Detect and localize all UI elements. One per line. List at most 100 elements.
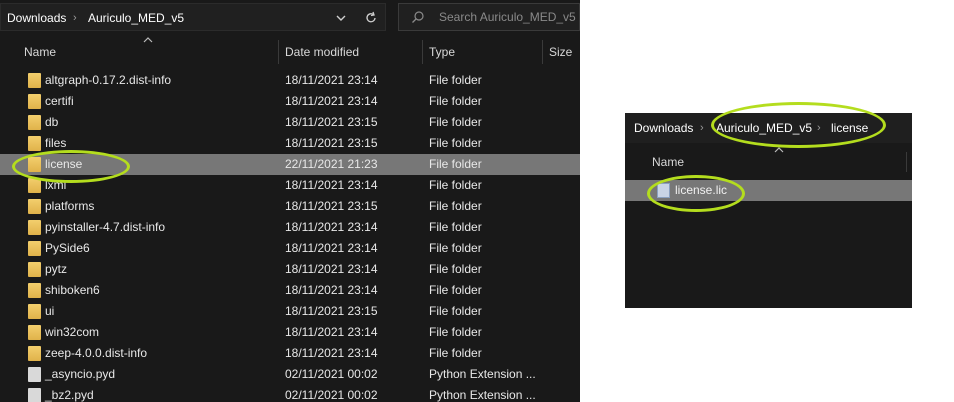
file-name: shiboken6 bbox=[45, 283, 100, 297]
file-type: File folder bbox=[429, 325, 482, 339]
highlight-ellipse-license bbox=[12, 150, 130, 183]
date-modified: 18/11/2021 23:14 bbox=[285, 346, 378, 360]
date-modified: 18/11/2021 23:14 bbox=[285, 178, 378, 192]
list-item[interactable]: pytz 18/11/2021 23:14 File folder bbox=[0, 259, 580, 280]
date-modified: 18/11/2021 23:15 bbox=[285, 136, 378, 150]
highlight-ellipse-license-lic bbox=[647, 175, 745, 212]
breadcrumb-auriculo[interactable]: Auriculo_MED_v5 bbox=[88, 4, 184, 32]
file-type: File folder bbox=[429, 241, 482, 255]
file-name: certifi bbox=[45, 94, 74, 108]
search-placeholder: Search Auriculo_MED_v5 bbox=[439, 10, 576, 24]
date-modified: 18/11/2021 23:14 bbox=[285, 220, 378, 234]
folder-icon bbox=[28, 115, 41, 130]
list-item[interactable]: shiboken6 18/11/2021 23:14 File folder bbox=[0, 280, 580, 301]
column-size[interactable]: Size bbox=[549, 38, 572, 66]
search-icon bbox=[412, 11, 424, 23]
file-type: File folder bbox=[429, 115, 482, 129]
folder-icon bbox=[28, 136, 41, 151]
file-name: pyinstaller-4.7.dist-info bbox=[45, 220, 166, 234]
address-bar-area: Downloads › Auriculo_MED_v5 Search Auric… bbox=[0, 0, 580, 34]
date-modified: 02/11/2021 00:02 bbox=[285, 367, 378, 381]
file-name: PySide6 bbox=[45, 241, 90, 255]
list-item[interactable]: platforms 18/11/2021 23:15 File folder bbox=[0, 196, 580, 217]
date-modified: 18/11/2021 23:14 bbox=[285, 262, 378, 276]
folder-icon bbox=[28, 220, 41, 235]
file-name: _asyncio.pyd bbox=[45, 367, 116, 381]
list-item[interactable]: _asyncio.pyd 02/11/2021 00:02 Python Exten… bbox=[0, 364, 580, 385]
file-type: File folder bbox=[429, 220, 482, 234]
column-divider[interactable] bbox=[422, 40, 423, 64]
file-type: File folder bbox=[429, 346, 482, 360]
chevron-down-icon[interactable] bbox=[336, 13, 346, 23]
file-type: File folder bbox=[429, 136, 482, 150]
file-type: File folder bbox=[429, 178, 482, 192]
file-name: pytz bbox=[45, 262, 68, 276]
file-type: File folder bbox=[429, 199, 482, 213]
date-modified: 18/11/2021 23:14 bbox=[285, 241, 378, 255]
list-item[interactable]: certifi 18/11/2021 23:14 File folder bbox=[0, 91, 580, 112]
file-type: Python Extension ... bbox=[429, 388, 536, 402]
date-modified: 18/11/2021 23:14 bbox=[285, 73, 378, 87]
file-name: ui bbox=[45, 304, 55, 318]
folder-icon bbox=[28, 199, 41, 214]
breadcrumb-separator-icon: › bbox=[73, 12, 77, 24]
date-modified: 18/11/2021 23:15 bbox=[285, 304, 378, 318]
folder-icon bbox=[28, 346, 41, 361]
highlight-ellipse-breadcrumb bbox=[711, 102, 886, 148]
column-name[interactable]: Name bbox=[24, 38, 56, 66]
date-modified: 02/11/2021 00:02 bbox=[285, 388, 378, 402]
search-box[interactable]: Search Auriculo_MED_v5 bbox=[398, 3, 580, 31]
file-name: db bbox=[45, 115, 59, 129]
list-item[interactable]: ui 18/11/2021 23:15 File folder bbox=[0, 301, 580, 322]
breadcrumb-separator-icon: › bbox=[700, 122, 704, 134]
date-modified: 22/11/2021 21:23 bbox=[285, 157, 378, 171]
folder-icon bbox=[28, 304, 41, 319]
column-name[interactable]: Name bbox=[652, 150, 684, 174]
folder-icon bbox=[28, 262, 41, 277]
date-modified: 18/11/2021 23:14 bbox=[285, 94, 378, 108]
list-item[interactable]: win32com 18/11/2021 23:14 File folder bbox=[0, 322, 580, 343]
file-name: _bz2.pyd bbox=[45, 388, 94, 402]
date-modified: 18/11/2021 23:14 bbox=[285, 283, 378, 297]
breadcrumb-downloads[interactable]: Downloads bbox=[634, 113, 693, 143]
folder-icon bbox=[28, 94, 41, 109]
list-item[interactable]: PySide6 18/11/2021 23:14 File folder bbox=[0, 238, 580, 259]
breadcrumb-downloads[interactable]: Downloads bbox=[7, 4, 66, 32]
column-divider[interactable] bbox=[542, 40, 543, 64]
python-file-icon bbox=[28, 367, 41, 382]
file-type: File folder bbox=[429, 262, 482, 276]
file-name: platforms bbox=[45, 199, 95, 213]
folder-icon bbox=[28, 283, 41, 298]
column-header: Name Date modified Type Size bbox=[0, 37, 580, 66]
file-type: File folder bbox=[429, 94, 482, 108]
list-item[interactable]: altgraph-0.17.2.dist-info 18/11/2021 23:1… bbox=[0, 70, 580, 91]
list-item[interactable]: db 18/11/2021 23:15 File folder bbox=[0, 112, 580, 133]
file-type: File folder bbox=[429, 283, 482, 297]
file-name: win32com bbox=[45, 325, 100, 339]
explorer-window-left: Downloads › Auriculo_MED_v5 Search Auric… bbox=[0, 0, 580, 402]
python-file-icon bbox=[28, 388, 41, 402]
column-type[interactable]: Type bbox=[429, 38, 455, 66]
folder-icon bbox=[28, 241, 41, 256]
column-divider[interactable] bbox=[278, 40, 279, 64]
date-modified: 18/11/2021 23:15 bbox=[285, 115, 378, 129]
list-item[interactable]: _bz2.pyd 02/11/2021 00:02 Python Extension… bbox=[0, 385, 580, 402]
date-modified: 18/11/2021 23:14 bbox=[285, 325, 378, 339]
file-name: altgraph-0.17.2.dist-info bbox=[45, 73, 172, 87]
file-type: File folder bbox=[429, 157, 482, 171]
column-date-modified[interactable]: Date modified bbox=[285, 38, 359, 66]
list-item[interactable]: zeep-4.0.0.dist-info 18/11/2021 23:14 File… bbox=[0, 343, 580, 364]
date-modified: 18/11/2021 23:15 bbox=[285, 199, 378, 213]
list-item[interactable]: pyinstaller-4.7.dist-info 18/11/2021 23:1… bbox=[0, 217, 580, 238]
column-header: Name bbox=[625, 147, 912, 174]
refresh-icon[interactable] bbox=[364, 11, 378, 25]
column-divider[interactable] bbox=[906, 152, 907, 172]
file-type: File folder bbox=[429, 73, 482, 87]
folder-icon bbox=[28, 325, 41, 340]
folder-icon bbox=[28, 73, 41, 88]
file-name: zeep-4.0.0.dist-info bbox=[45, 346, 148, 360]
address-bar[interactable]: Downloads › Auriculo_MED_v5 bbox=[0, 3, 386, 31]
file-type: File folder bbox=[429, 304, 482, 318]
file-type: Python Extension ... bbox=[429, 367, 536, 381]
sort-up-icon bbox=[143, 37, 153, 43]
